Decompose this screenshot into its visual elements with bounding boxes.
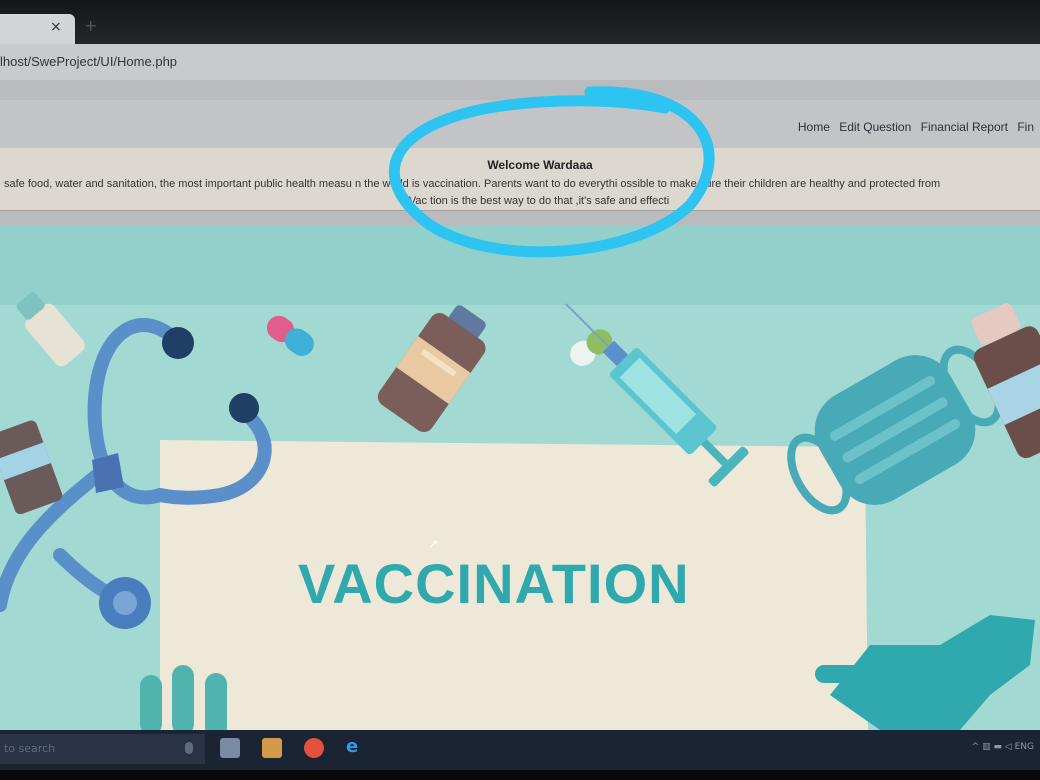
monitor-bezel: [0, 770, 1040, 780]
screen: × + lhost/SweProject/UI/Home.php Home Ed…: [0, 0, 1040, 780]
system-tray[interactable]: ^ ▥ ▬ ◁ ENG: [972, 742, 1034, 752]
search-placeholder: to search: [4, 742, 56, 755]
chrome-icon[interactable]: [304, 738, 324, 758]
taskbar-search[interactable]: to search: [0, 734, 205, 764]
taskbar: to search e ^ ▥ ▬ ◁ ENG: [0, 730, 1040, 770]
tray-language[interactable]: ENG: [1015, 742, 1034, 752]
annotation-circle: [388, 86, 715, 258]
app-icon[interactable]: [262, 738, 282, 758]
tray-icons: ^ ▥ ▬ ◁: [971, 742, 1015, 752]
edge-icon[interactable]: e: [346, 736, 366, 757]
microphone-icon[interactable]: [185, 742, 193, 754]
file-explorer-icon[interactable]: [220, 738, 240, 758]
